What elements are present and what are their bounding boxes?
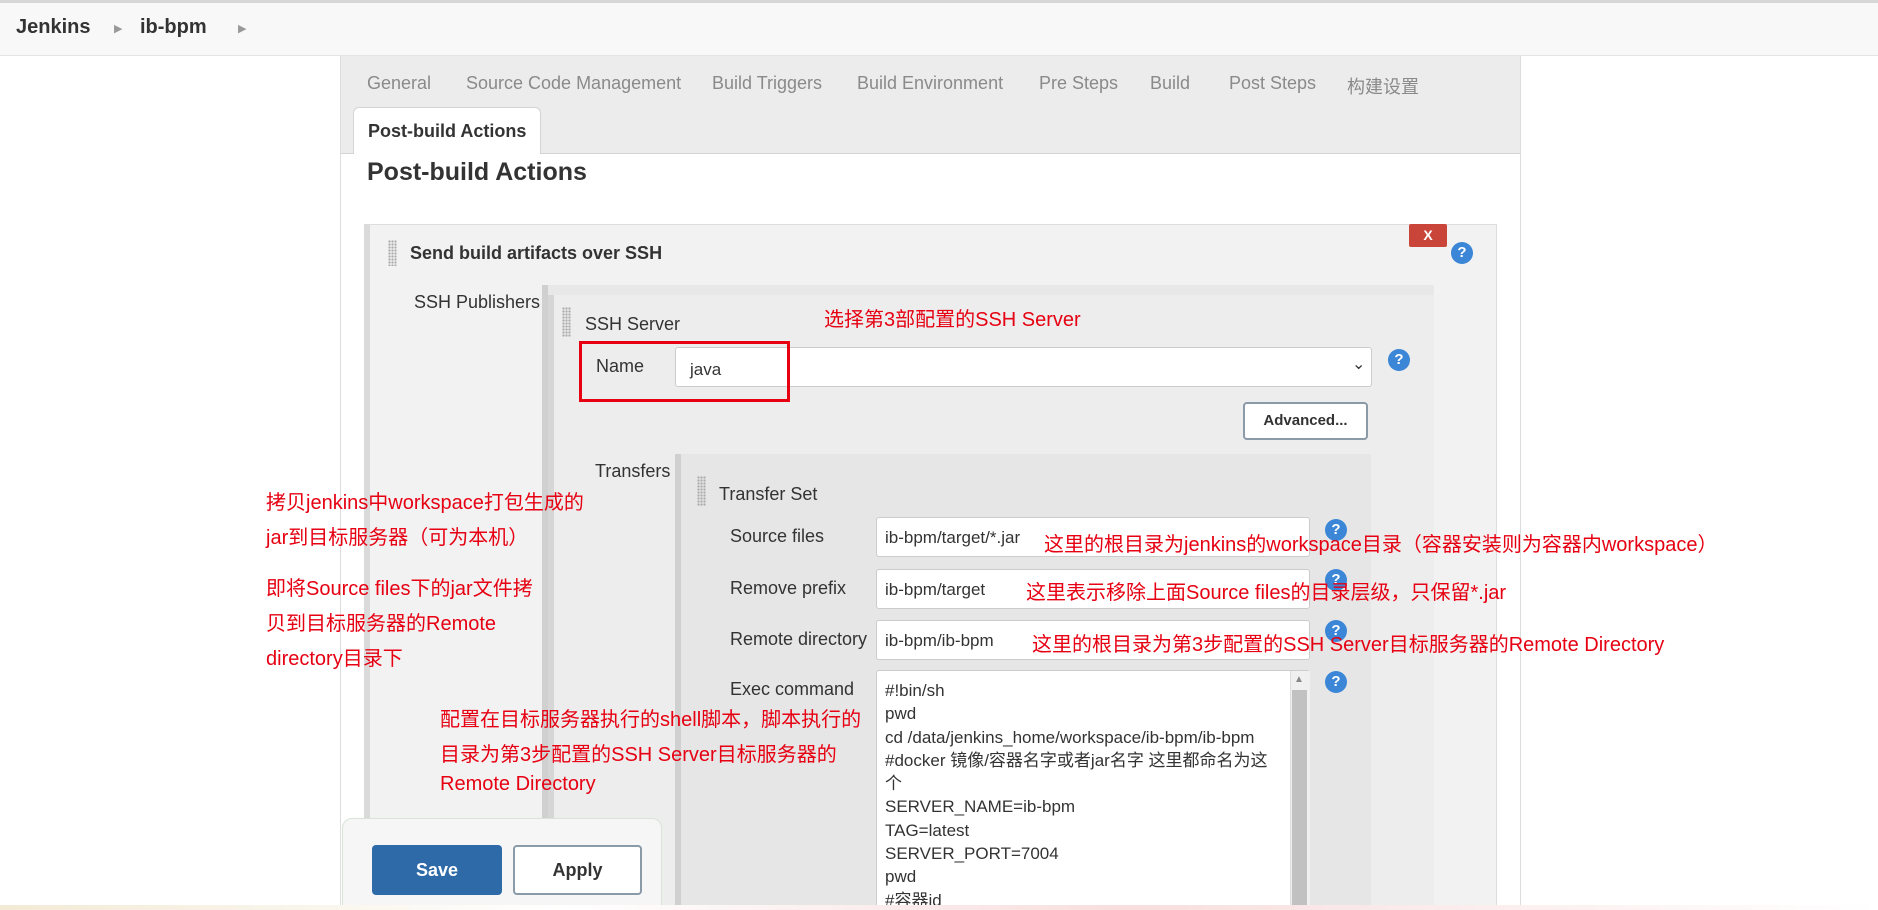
breadcrumb-bar bbox=[0, 0, 1878, 56]
breadcrumb-separator-icon: ▶ bbox=[238, 23, 247, 35]
exec-line: TAG=latest bbox=[885, 820, 970, 840]
help-icon[interactable]: ? bbox=[1388, 349, 1410, 371]
scrollbar-thumb[interactable] bbox=[1292, 690, 1307, 910]
annotation-remote-root: 这里的根目录为第3步配置的SSH Server目标服务器的Remote Dire… bbox=[1032, 634, 1665, 656]
tab-post-build-actions[interactable]: Post-build Actions bbox=[353, 107, 542, 154]
breadcrumb-job[interactable]: ib-bpm bbox=[140, 16, 207, 39]
tab-build[interactable]: Build bbox=[1150, 73, 1190, 94]
annotation-select-server: 选择第3部配置的SSH Server bbox=[824, 309, 1081, 331]
save-button[interactable]: Save bbox=[372, 845, 502, 895]
exec-command-textarea[interactable]: #!bin/sh pwd cd /data/jenkins_home/works… bbox=[876, 670, 1310, 910]
annotation-source-to-remote: directory目录下 bbox=[266, 648, 403, 670]
exec-line: cd /data/jenkins_home/workspace/ib-bpm/i… bbox=[885, 727, 1255, 747]
remove-prefix-label: Remove prefix bbox=[730, 578, 847, 598]
annotation-source-root: 这里的根目录为jenkins的workspace目录（容器安装则为容器内work… bbox=[1044, 534, 1718, 556]
help-icon[interactable]: ? bbox=[1451, 242, 1473, 264]
scroll-up-icon[interactable]: ▲ bbox=[1294, 674, 1304, 685]
tab-post-steps[interactable]: Post Steps bbox=[1229, 73, 1316, 94]
annotation-copy-jar: jar到目标服务器（可为本机） bbox=[266, 527, 529, 549]
exec-line: 个 bbox=[885, 774, 902, 794]
source-files-label: Source files bbox=[730, 526, 825, 546]
ssh-server-label: SSH Server bbox=[585, 314, 681, 334]
tab-build-settings[interactable]: 构建设置 bbox=[1347, 73, 1419, 99]
transfer-set-label: Transfer Set bbox=[719, 484, 818, 504]
tab-source-code-management[interactable]: Source Code Management bbox=[466, 73, 681, 94]
drag-handle-icon[interactable] bbox=[388, 240, 397, 266]
annotation-exec-command: 目录为第3步配置的SSH Server目标服务器的 bbox=[440, 744, 837, 766]
annotation-exec-command: Remote Directory bbox=[440, 773, 596, 795]
tab-general[interactable]: General bbox=[367, 73, 431, 94]
breadcrumb-separator-icon: ▶ bbox=[114, 23, 123, 35]
highlight-box bbox=[579, 341, 790, 402]
apply-button[interactable]: Apply bbox=[513, 845, 642, 895]
exec-command-label: Exec command bbox=[730, 679, 855, 699]
annotation-copy-jar: 拷贝jenkins中workspace打包生成的 bbox=[266, 492, 584, 514]
transfers-label: Transfers bbox=[595, 461, 671, 481]
advanced-button[interactable]: Advanced... bbox=[1243, 402, 1368, 440]
exec-line: SERVER_PORT=7004 bbox=[885, 844, 1059, 864]
delete-step-button[interactable]: X bbox=[1409, 224, 1447, 247]
annotation-exec-command: 配置在目标服务器执行的shell脚本，脚本执行的 bbox=[440, 709, 862, 731]
exec-line: pwd bbox=[885, 867, 917, 887]
taskbar-edge bbox=[0, 905, 1878, 910]
exec-line: pwd bbox=[885, 704, 917, 724]
exec-line: #docker 镜像/容器名字或者jar名字 这里都命名为这 bbox=[885, 750, 1268, 770]
breadcrumb-jenkins[interactable]: Jenkins bbox=[16, 16, 90, 39]
drag-handle-icon[interactable] bbox=[697, 476, 706, 506]
section-title: Post-build Actions bbox=[367, 158, 587, 186]
remote-directory-label: Remote directory bbox=[730, 629, 868, 649]
drag-handle-icon[interactable] bbox=[562, 307, 571, 337]
block-title: Send build artifacts over SSH bbox=[410, 243, 663, 263]
annotation-source-to-remote: 即将Source files下的jar文件拷 bbox=[266, 578, 533, 600]
annotation-source-to-remote: 贝到目标服务器的Remote bbox=[266, 613, 497, 635]
tab-pre-steps[interactable]: Pre Steps bbox=[1039, 73, 1118, 94]
exec-line: #!bin/sh bbox=[885, 681, 945, 700]
chevron-down-icon: ⌄ bbox=[1352, 356, 1366, 373]
annotation-remove-prefix: 这里表示移除上面Source files的目录层级，只保留*.jar bbox=[1026, 582, 1507, 604]
tab-build-triggers[interactable]: Build Triggers bbox=[712, 73, 822, 94]
help-icon[interactable]: ? bbox=[1325, 671, 1347, 693]
ssh-publishers-label: SSH Publishers bbox=[414, 292, 541, 312]
tab-build-environment[interactable]: Build Environment bbox=[857, 73, 1003, 94]
exec-line: SERVER_NAME=ib-bpm bbox=[885, 797, 1076, 817]
